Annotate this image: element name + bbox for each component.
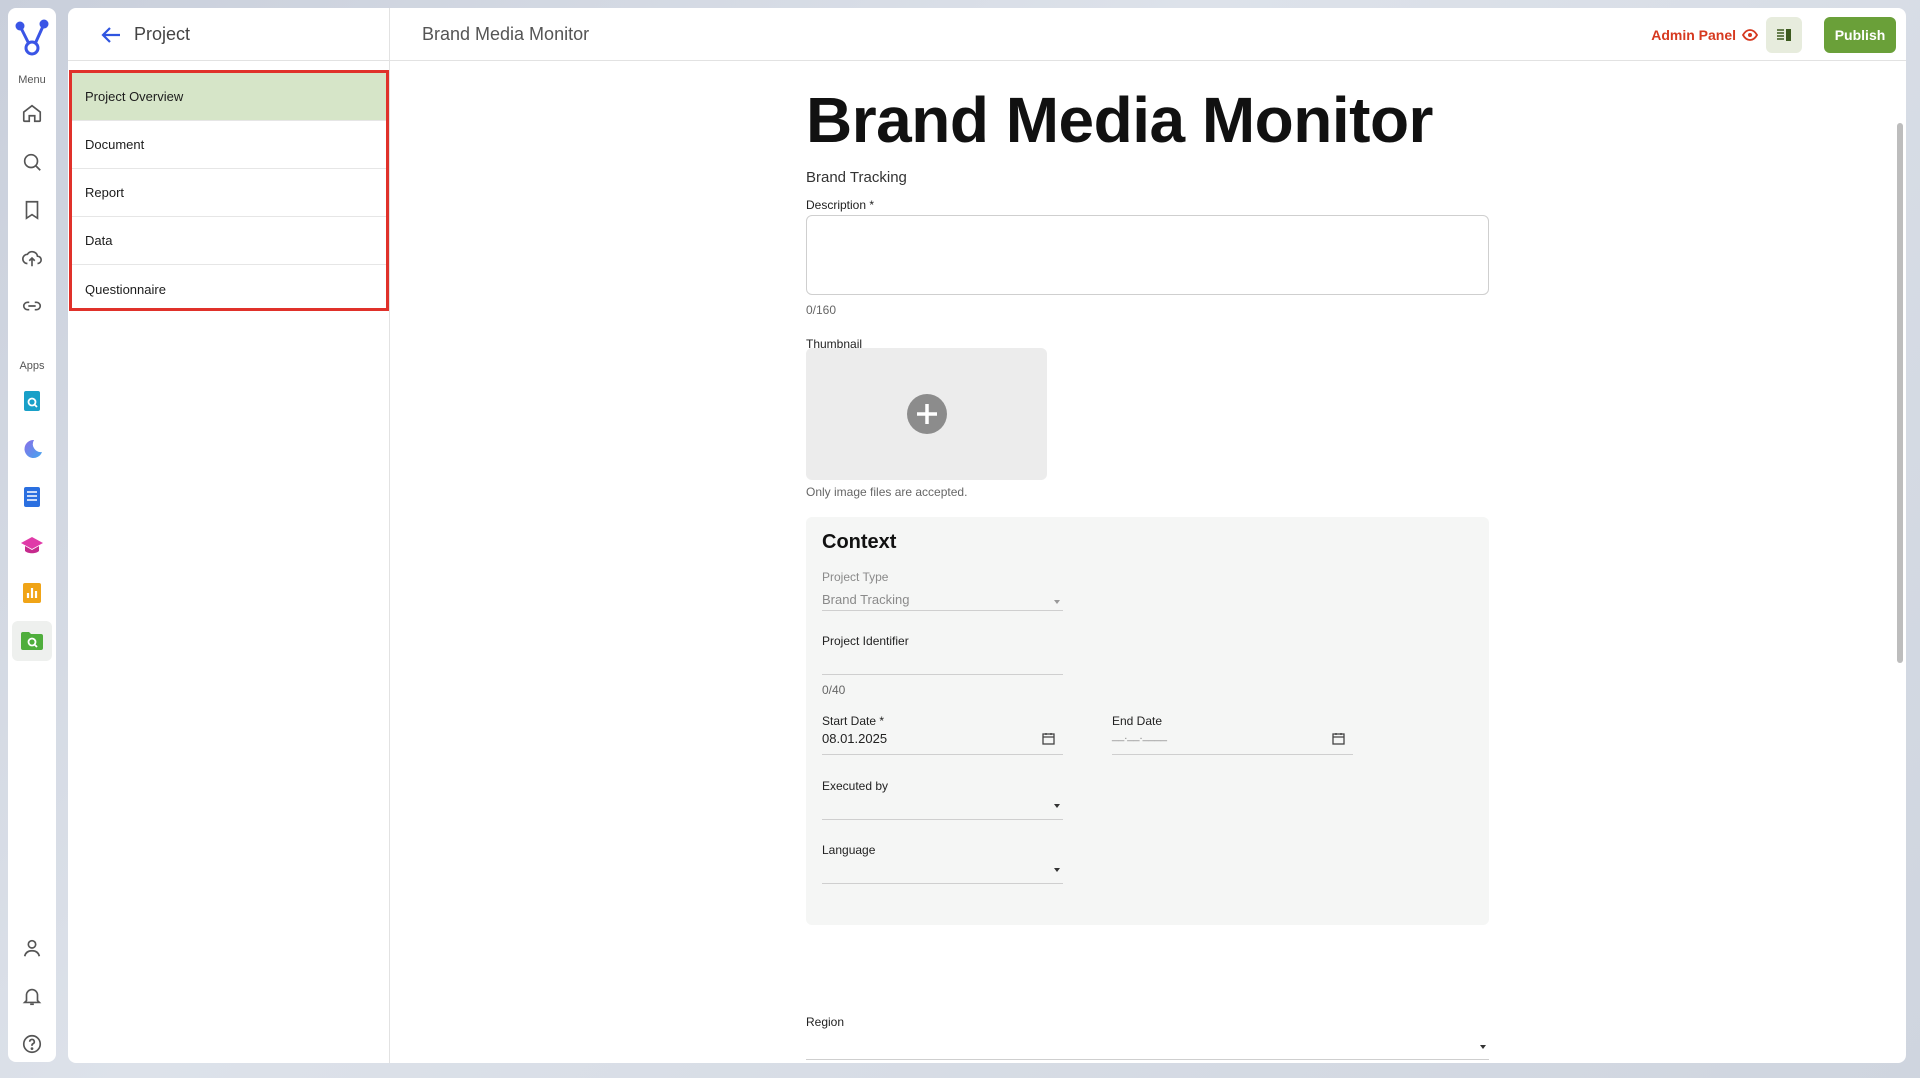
folder-search-app-icon[interactable] <box>12 621 52 661</box>
eye-icon <box>1742 28 1758 41</box>
publish-button[interactable]: Publish <box>1824 17 1896 53</box>
link-icon[interactable] <box>12 286 52 326</box>
project-type-select[interactable]: Project Type Brand Tracking <box>822 570 1063 611</box>
home-icon[interactable] <box>12 93 52 133</box>
nav-questionnaire[interactable]: Questionnaire <box>72 265 386 313</box>
region-label: Region <box>806 1015 845 1029</box>
main-panel: Project Brand Media Monitor Admin Panel … <box>68 8 1906 1063</box>
menu-label: Menu <box>18 74 46 86</box>
moon-app-icon[interactable] <box>12 429 52 469</box>
thumbnail-hint: Only image files are accepted. <box>806 485 968 499</box>
add-icon <box>906 394 947 434</box>
executed-by-label: Executed by <box>822 779 889 793</box>
description-label: Description * <box>806 198 875 212</box>
chevron-down-icon <box>1480 1045 1486 1049</box>
project-nav: Project Overview Document Report Data Qu… <box>69 70 389 311</box>
list-doc-app-icon[interactable] <box>12 477 52 517</box>
chevron-down-icon <box>1054 600 1060 604</box>
search-icon[interactable] <box>12 142 52 182</box>
chevron-down-icon <box>1054 868 1060 872</box>
project-type-value: Brand Tracking <box>822 592 910 607</box>
executed-by-select[interactable]: Executed by <box>822 779 1063 820</box>
upload-cloud-icon[interactable] <box>12 238 52 278</box>
end-date-label: End Date <box>1112 714 1163 728</box>
admin-panel-label: Admin Panel <box>1651 26 1736 43</box>
education-app-icon[interactable] <box>12 525 52 565</box>
language-select[interactable]: Language <box>822 843 1063 884</box>
scrollbar[interactable] <box>1894 61 1906 1063</box>
admin-panel-link[interactable]: Admin Panel <box>1651 8 1758 61</box>
bookmark-icon[interactable] <box>12 190 52 230</box>
user-icon[interactable] <box>12 928 52 968</box>
back-label: Project <box>134 24 191 44</box>
project-sidebar: Project Overview Document Report Data Qu… <box>68 61 390 1063</box>
calendar-icon[interactable] <box>1042 732 1055 745</box>
context-title: Context <box>822 531 897 553</box>
layout-toggle-button[interactable] <box>1766 17 1802 53</box>
thumbnail-upload[interactable] <box>806 348 1047 480</box>
header-page-title: Brand Media Monitor <box>422 24 590 44</box>
help-icon[interactable] <box>12 1024 52 1064</box>
region-select[interactable]: Region <box>806 1015 1489 1059</box>
arrow-left-icon <box>101 26 120 43</box>
top-bar: Project Brand Media Monitor Admin Panel … <box>68 8 1906 61</box>
description-counter: 0/160 <box>806 303 837 317</box>
bar-chart-app-icon[interactable] <box>12 573 52 613</box>
nav-report[interactable]: Report <box>72 169 386 217</box>
app-rail: Menu Apps <box>8 8 56 1062</box>
end-date-input[interactable]: End Date __.__.____ <box>1112 714 1353 755</box>
project-identifier-label: Project Identifier <box>822 634 909 648</box>
start-date-label: Start Date * <box>822 714 885 728</box>
start-date-input[interactable]: Start Date * 08.01.2025 <box>822 714 1063 755</box>
project-identifier-counter: 0/40 <box>822 683 846 697</box>
doc-search-app-icon[interactable] <box>12 381 52 421</box>
description-textarea[interactable] <box>806 215 1489 295</box>
page-title: Brand Media Monitor <box>806 84 1433 156</box>
nav-project-overview[interactable]: Project Overview <box>72 73 386 121</box>
nav-document[interactable]: Document <box>72 121 386 169</box>
chevron-down-icon <box>1054 804 1060 808</box>
scrollbar-thumb[interactable] <box>1897 123 1903 663</box>
end-date-placeholder: __.__.____ <box>1112 730 1168 742</box>
bell-icon[interactable] <box>12 976 52 1016</box>
logo-icon <box>15 19 49 56</box>
context-section: Context Project Type Brand Tracking Proj… <box>806 517 1489 925</box>
app-logo[interactable] <box>8 14 56 60</box>
project-identifier-input[interactable]: Project Identifier <box>822 634 1063 675</box>
start-date-value: 08.01.2025 <box>822 731 888 746</box>
form-content: Brand Media Monitor Brand Tracking Descr… <box>390 61 1894 1063</box>
nav-data[interactable]: Data <box>72 217 386 265</box>
layout-icon <box>1777 29 1791 41</box>
page-subtitle: Brand Tracking <box>806 169 907 186</box>
apps-label: Apps <box>19 360 45 372</box>
project-type-label: Project Type <box>822 570 889 584</box>
calendar-icon[interactable] <box>1332 732 1345 745</box>
language-label: Language <box>822 843 876 857</box>
back-to-project[interactable]: Project <box>68 8 390 61</box>
